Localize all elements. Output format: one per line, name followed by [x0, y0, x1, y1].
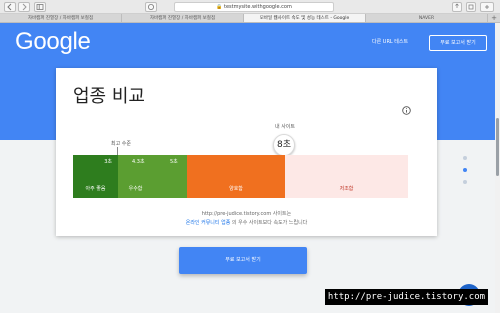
- segment-poor: 저조함: [285, 155, 408, 198]
- industry-line: 온라인 커뮤니티 업종 의 우수 사이트보다 속도가 느립니다: [56, 219, 437, 226]
- carousel-dot-active[interactable]: [463, 168, 467, 172]
- chevron-left-icon: [7, 3, 12, 11]
- segment-value: 3초: [104, 159, 112, 165]
- browser-tab[interactable]: 자바캠퍼 진열장 / 자바캠퍼 보철점: [122, 14, 244, 22]
- my-site-value: 8초: [276, 140, 291, 150]
- segment-value: 5초: [170, 159, 178, 165]
- browser-tab[interactable]: 자바캠퍼 진열장 / 자바캠퍼 보철점: [0, 14, 122, 22]
- tabs-icon: [468, 4, 474, 10]
- url-text: testmysite.withgoogle.com: [223, 4, 292, 10]
- segment-name: 아주 좋음: [85, 186, 106, 192]
- test-another-url-link[interactable]: 다른 URL 테스트: [372, 38, 408, 45]
- privacy-button[interactable]: [145, 2, 157, 12]
- reference-tick: [117, 147, 118, 155]
- carousel-dot[interactable]: [463, 156, 467, 160]
- site-url-line: http://pre-judice.tistory.com 사이트는: [201, 211, 292, 217]
- browser-tab[interactable]: NAVER: [366, 14, 488, 22]
- get-free-report-button[interactable]: 무료 보고서 받기: [179, 247, 307, 274]
- share-button[interactable]: [452, 2, 462, 12]
- google-logo[interactable]: Google: [15, 28, 91, 56]
- header-report-button[interactable]: 무료 보고서 받기: [429, 35, 487, 51]
- plus-icon: [485, 5, 489, 9]
- segment-average: 양호함: [187, 155, 285, 198]
- carousel-dot[interactable]: [463, 180, 467, 184]
- new-tab-button[interactable]: +: [488, 14, 500, 22]
- segment-name: 양호함: [229, 186, 243, 192]
- segment-very-good: 3초 아주 좋음: [73, 155, 118, 198]
- my-site-label: 내 사이트: [275, 124, 295, 130]
- reference-label: 최고 수준: [111, 141, 131, 147]
- industry-suffix: 의 우수 사이트보다 속도가 느립니다: [231, 220, 308, 226]
- segment-good: 4.3초 5초 우수함: [118, 155, 187, 198]
- shield-icon: [148, 4, 154, 10]
- tab-strip: 자바캠퍼 진열장 / 자바캠퍼 보철점 자바캠퍼 진열장 / 자바캠퍼 보철점 …: [0, 14, 500, 23]
- browser-toolbar: 🔒 testmysite.withgoogle.com: [0, 0, 500, 14]
- lock-icon: 🔒: [216, 4, 223, 10]
- info-icon[interactable]: [402, 106, 411, 115]
- back-button[interactable]: [4, 2, 16, 12]
- industry-name[interactable]: 온라인 커뮤니티 업종: [186, 220, 231, 226]
- share-icon: [455, 3, 459, 8]
- scrollbar-thumb[interactable]: [496, 118, 499, 176]
- browser-tab-active[interactable]: 모바일 웹사이트 속도 및 성능 테스트 - Google: [244, 14, 366, 22]
- sidebar-icon: [36, 4, 44, 10]
- sidebar-button[interactable]: [34, 2, 46, 12]
- segment-name: 우수함: [128, 186, 143, 192]
- tabs-overview-button[interactable]: [466, 2, 476, 12]
- chevron-right-icon: [22, 3, 27, 11]
- carousel-dots: [463, 156, 467, 192]
- segment-value: 4.3초: [132, 159, 145, 165]
- blog-watermark: http://pre-judice.tistory.com: [325, 289, 488, 305]
- new-tab-toolbar-button[interactable]: [480, 2, 494, 12]
- segment-name: 저조함: [339, 186, 354, 192]
- scrollbar[interactable]: [495, 23, 500, 313]
- industry-comparison-card: 업종 비교 최고 수준 내 사이트 8초 3초 아주 좋음 4.3초 5초 우수…: [56, 68, 437, 236]
- forward-button[interactable]: [18, 2, 30, 12]
- card-title: 업종 비교: [73, 86, 145, 107]
- address-bar[interactable]: 🔒 testmysite.withgoogle.com: [174, 2, 334, 12]
